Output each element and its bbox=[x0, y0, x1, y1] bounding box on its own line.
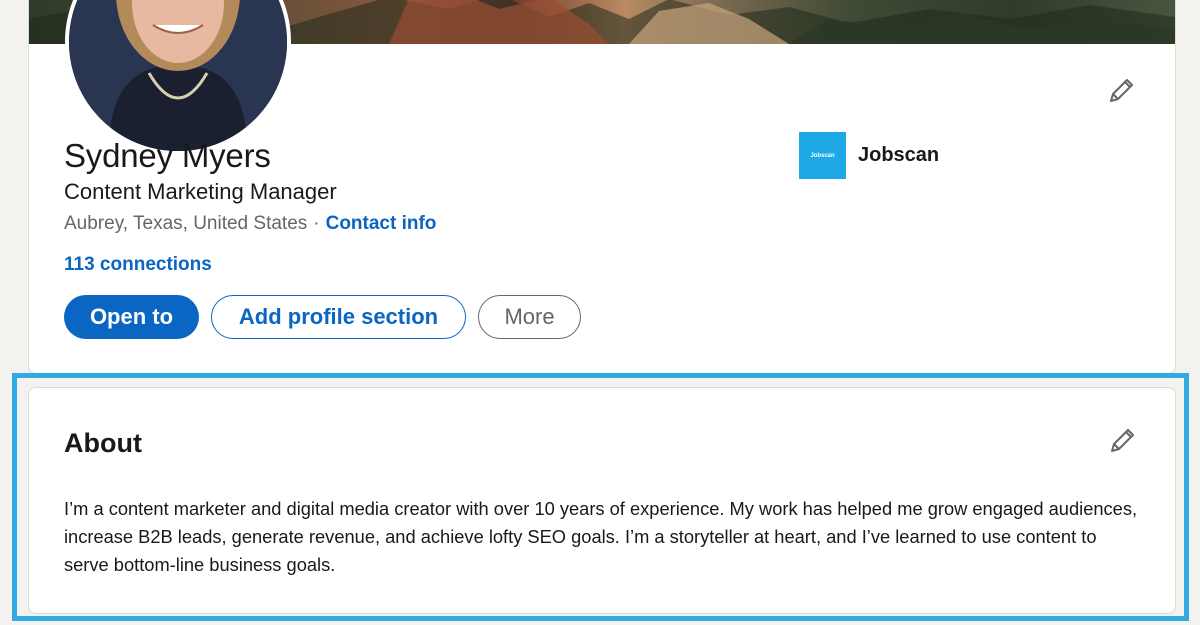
profile-card: Sydney Myers Content Marketing Manager A… bbox=[28, 0, 1176, 374]
more-button[interactable]: More bbox=[478, 295, 581, 339]
about-card: About I’m a content marketer and digital… bbox=[28, 387, 1176, 614]
connections-link[interactable]: 113 connections bbox=[64, 254, 212, 276]
pencil-icon bbox=[1111, 429, 1134, 452]
about-text: I’m a content marketer and digital media… bbox=[64, 498, 1138, 575]
profile-name: Sydney Myers bbox=[64, 137, 271, 174]
company-name: Jobscan bbox=[858, 144, 940, 166]
profile-photo[interactable] bbox=[65, 0, 291, 155]
profile-headline: Content Marketing Manager bbox=[64, 179, 337, 204]
separator-dot: · bbox=[313, 213, 320, 234]
contact-info-link[interactable]: Contact info bbox=[326, 213, 437, 234]
edit-about-button[interactable] bbox=[1102, 421, 1142, 461]
avatar-portrait bbox=[69, 0, 287, 151]
current-company[interactable]: Jobscan Jobscan bbox=[799, 132, 939, 179]
open-to-button[interactable]: Open to bbox=[64, 295, 199, 339]
company-logo-text: Jobscan bbox=[810, 152, 835, 159]
company-logo: Jobscan bbox=[799, 132, 846, 179]
add-profile-section-button[interactable]: Add profile section bbox=[211, 295, 466, 339]
pencil-icon bbox=[1110, 79, 1133, 102]
about-title: About bbox=[64, 428, 142, 458]
profile-location: Aubrey, Texas, United States bbox=[64, 213, 308, 234]
edit-intro-button[interactable] bbox=[1101, 71, 1141, 111]
location-row: Aubrey, Texas, United States · Contact inf… bbox=[64, 213, 436, 235]
